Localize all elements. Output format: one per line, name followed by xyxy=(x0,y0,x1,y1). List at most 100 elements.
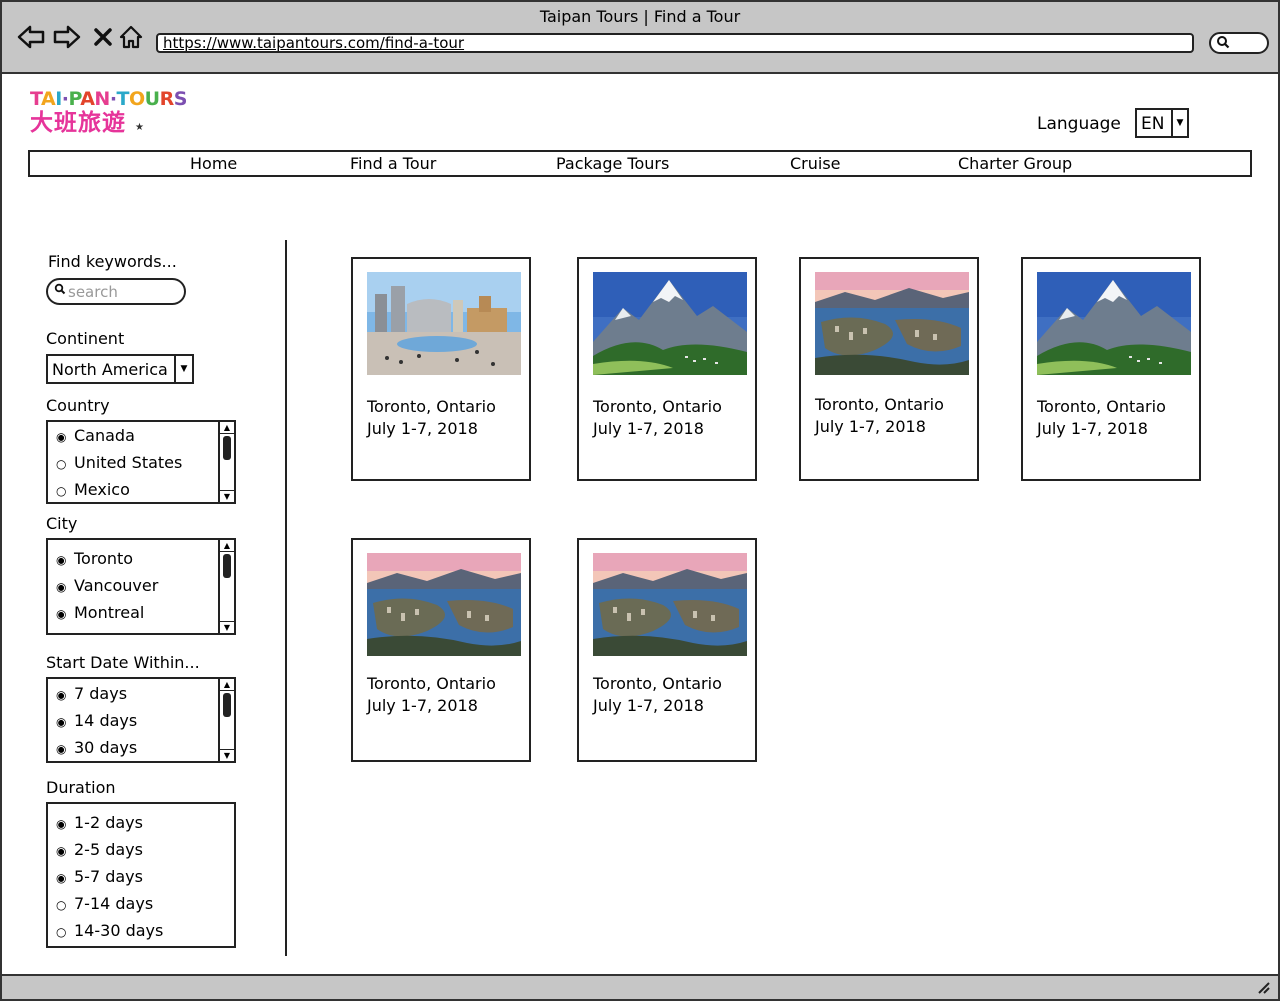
radio-selected-icon: ◉ xyxy=(56,871,67,885)
resize-grip-icon[interactable] xyxy=(1256,980,1270,998)
scroll-down-icon[interactable]: ▼ xyxy=(220,490,234,502)
duration-list: ◉ 1-2 days ◉ 2-5 days ◉ 5-7 days ○ 7-14 days… xyxy=(46,802,236,948)
tour-date: July 1-7, 2018 xyxy=(593,696,704,715)
browser-toolbar: Taipan Tours | Find a Tour https://www.t… xyxy=(2,2,1278,74)
language-value: EN xyxy=(1141,114,1165,134)
radio-selected-icon: ◉ xyxy=(56,817,67,831)
tour-place: Toronto, Ontario xyxy=(1037,397,1166,416)
duration-option-5-7-days[interactable]: ◉ 5-7 days xyxy=(56,867,143,886)
country-option-united-states[interactable]: ○ United States xyxy=(56,453,182,472)
city-option-toronto[interactable]: ◉ Toronto xyxy=(56,549,133,568)
tour-photo-harbour xyxy=(367,553,521,656)
logo-chinese: 大班旅遊 ★ xyxy=(30,110,187,141)
continent-label: Continent xyxy=(46,329,125,348)
city-list: ◉ Toronto ◉ Vancouver ◉ Montreal ▲ ▼ xyxy=(46,538,236,635)
continent-value: North America xyxy=(52,360,168,379)
city-option-vancouver[interactable]: ◉ Vancouver xyxy=(56,576,158,595)
start-option-14-days[interactable]: ◉ 14 days xyxy=(56,711,137,730)
tour-photo-harbour xyxy=(593,553,747,656)
chevron-down-icon: ▼ xyxy=(1171,110,1187,136)
tour-date: July 1-7, 2018 xyxy=(367,419,478,438)
duration-option-14-30-days[interactable]: ○ 14-30 days xyxy=(56,921,163,940)
start-date-scrollbar[interactable]: ▲ ▼ xyxy=(218,679,234,761)
city-option-montreal[interactable]: ◉ Montreal xyxy=(56,603,144,622)
radio-selected-icon: ◉ xyxy=(56,580,67,594)
radio-selected-icon: ◉ xyxy=(56,430,67,444)
close-icon[interactable] xyxy=(94,24,112,56)
tour-card[interactable]: Toronto, Ontario July 1-7, 2018 xyxy=(799,257,979,481)
scroll-thumb[interactable] xyxy=(223,693,231,717)
country-scrollbar[interactable]: ▲ ▼ xyxy=(218,422,234,502)
continent-select[interactable]: North America ▼ xyxy=(46,354,194,384)
start-option-30-days[interactable]: ◉ 30 days xyxy=(56,738,137,757)
language-label: Language xyxy=(1037,114,1121,134)
radio-empty-icon: ○ xyxy=(56,484,67,498)
tour-card[interactable]: Toronto, Ontario July 1-7, 2018 xyxy=(577,257,757,481)
logo-chinese-text: 大班旅遊 xyxy=(30,110,126,136)
tour-photo-mountain xyxy=(593,272,747,375)
language-select[interactable]: EN ▼ xyxy=(1135,108,1189,138)
window-title: Taipan Tours | Find a Tour xyxy=(539,7,741,26)
chevron-down-icon: ▼ xyxy=(174,356,192,382)
search-icon xyxy=(54,283,66,298)
nav-home[interactable]: Home xyxy=(190,154,237,173)
country-option-canada[interactable]: ◉ Canada xyxy=(56,426,135,445)
start-option-7-days[interactable]: ◉ 7 days xyxy=(56,684,127,703)
country-label: Country xyxy=(46,396,110,415)
main-navigation: Home Find a Tour Package Tours Cruise Ch… xyxy=(28,150,1252,177)
scroll-up-icon[interactable]: ▲ xyxy=(220,540,234,552)
logo-english: TAI·PAN·TOURS xyxy=(30,88,187,110)
tour-place: Toronto, Ontario xyxy=(815,395,944,414)
scroll-down-icon[interactable]: ▼ xyxy=(220,621,234,633)
radio-selected-icon: ◉ xyxy=(56,844,67,858)
browser-search-box[interactable] xyxy=(1209,32,1269,54)
country-option-mexico[interactable]: ○ Mexico xyxy=(56,480,130,499)
keywords-label: Find keywords... xyxy=(48,252,177,271)
country-list: ◉ Canada ○ United States ○ Mexico ▲ ▼ xyxy=(46,420,236,504)
tour-card[interactable]: Toronto, Ontario July 1-7, 2018 xyxy=(577,538,757,762)
nav-charter-group[interactable]: Charter Group xyxy=(958,154,1072,173)
tour-card[interactable]: Toronto, Ontario July 1-7, 2018 xyxy=(351,257,531,481)
keyword-search[interactable] xyxy=(46,278,186,305)
city-scrollbar[interactable]: ▲ ▼ xyxy=(218,540,234,633)
radio-selected-icon: ◉ xyxy=(56,688,67,702)
back-arrow-icon[interactable] xyxy=(16,24,46,56)
scroll-down-icon[interactable]: ▼ xyxy=(220,749,234,761)
tour-date: July 1-7, 2018 xyxy=(367,696,478,715)
forward-arrow-icon[interactable] xyxy=(52,24,82,56)
site-logo[interactable]: TAI·PAN·TOURS 大班旅遊 ★ xyxy=(30,88,187,141)
city-label: City xyxy=(46,514,78,533)
nav-find-a-tour[interactable]: Find a Tour xyxy=(350,154,436,173)
tour-place: Toronto, Ontario xyxy=(593,397,722,416)
search-input[interactable] xyxy=(68,282,178,301)
scroll-up-icon[interactable]: ▲ xyxy=(220,679,234,691)
browser-window: Taipan Tours | Find a Tour https://www.t… xyxy=(0,0,1280,1001)
sidebar-divider xyxy=(285,240,287,956)
nav-cruise[interactable]: Cruise xyxy=(790,154,841,173)
radio-selected-icon: ◉ xyxy=(56,715,67,729)
scroll-thumb[interactable] xyxy=(223,436,231,460)
tour-card[interactable]: Toronto, Ontario July 1-7, 2018 xyxy=(1021,257,1201,481)
duration-option-1-2-days[interactable]: ◉ 1-2 days xyxy=(56,813,143,832)
nav-package-tours[interactable]: Package Tours xyxy=(556,154,669,173)
search-icon xyxy=(1216,35,1230,53)
tour-card[interactable]: Toronto, Ontario July 1-7, 2018 xyxy=(351,538,531,762)
tour-photo-harbour xyxy=(815,272,969,375)
start-date-label: Start Date Within... xyxy=(46,653,200,672)
tour-date: July 1-7, 2018 xyxy=(1037,419,1148,438)
duration-option-7-14-days[interactable]: ○ 7-14 days xyxy=(56,894,153,913)
scroll-thumb[interactable] xyxy=(223,554,231,578)
radio-selected-icon: ◉ xyxy=(56,553,67,567)
duration-option-2-5-days[interactable]: ◉ 2-5 days xyxy=(56,840,143,859)
url-text: https://www.taipantours.com/find-a-tour xyxy=(163,34,465,52)
tour-place: Toronto, Ontario xyxy=(367,397,496,416)
home-icon[interactable] xyxy=(118,24,144,56)
tour-photo-city-hall xyxy=(367,272,521,375)
logo-star-icon: ★ xyxy=(135,122,145,133)
tour-date: July 1-7, 2018 xyxy=(593,419,704,438)
radio-selected-icon: ◉ xyxy=(56,742,67,756)
radio-empty-icon: ○ xyxy=(56,898,67,912)
address-bar[interactable]: https://www.taipantours.com/find-a-tour xyxy=(156,33,1194,53)
tour-place: Toronto, Ontario xyxy=(593,674,722,693)
scroll-up-icon[interactable]: ▲ xyxy=(220,422,234,434)
